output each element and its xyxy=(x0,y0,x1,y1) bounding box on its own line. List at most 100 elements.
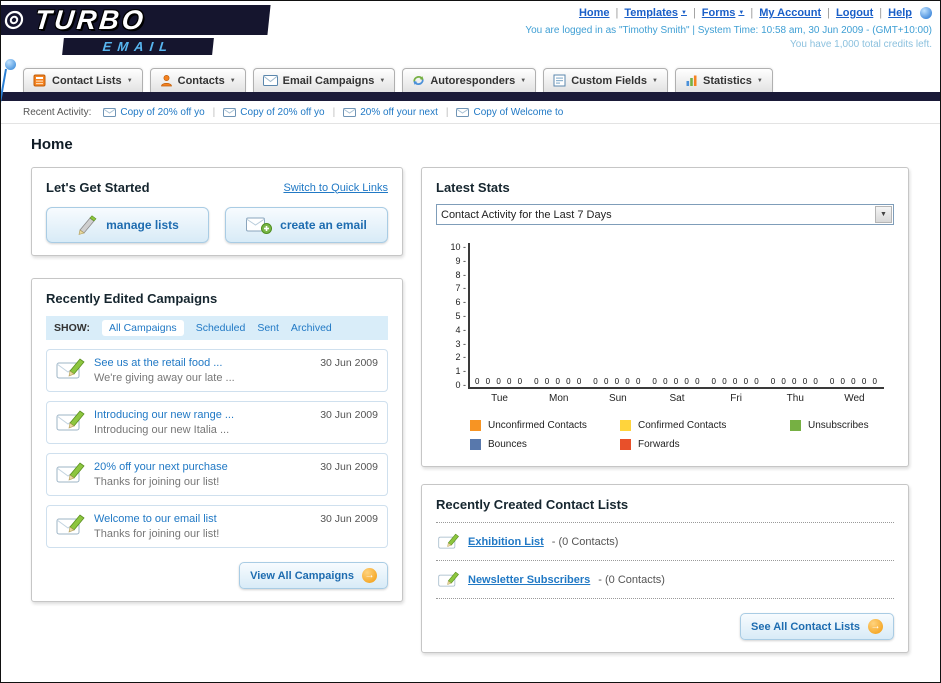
campaign-subtitle: We're giving away our late ... xyxy=(94,372,235,384)
contact-list-link[interactable]: Exhibition List xyxy=(468,536,544,548)
chart-bar-group: 0 0 0 0 0 xyxy=(825,243,884,387)
chevron-down-icon: ▼ xyxy=(652,77,658,84)
nav-tab-email-campaigns[interactable]: Email Campaigns ▼ xyxy=(252,68,396,92)
y-tick-label: 0 - xyxy=(455,379,466,390)
legend-item: Unconfirmed Contacts xyxy=(470,420,620,431)
bar-value-labels: 0 0 0 0 0 xyxy=(534,377,584,386)
plot-area: 0 0 0 0 0 0 0 0 0 0 0 0 0 0 0 0 0 0 0 0 0 0 … xyxy=(468,243,884,389)
legend-label: Bounces xyxy=(488,439,527,450)
axis-spacer xyxy=(436,389,470,404)
legend-item: Forwards xyxy=(620,439,790,450)
create-email-button[interactable]: create an email xyxy=(225,207,388,243)
pencil-icon xyxy=(76,215,98,235)
get-started-panel: Let's Get Started Switch to Quick Links … xyxy=(31,167,403,256)
chart-bar-group: 0 0 0 0 0 xyxy=(766,243,825,387)
page-title: Home xyxy=(31,136,73,153)
manage-lists-button[interactable]: manage lists xyxy=(46,207,209,243)
recent-activity-item[interactable]: 20% off your next xyxy=(343,107,438,118)
bar-value-labels: 0 0 0 0 0 xyxy=(770,377,820,386)
x-tick-label: Fri xyxy=(730,393,742,404)
see-all-contact-lists-button[interactable]: See All Contact Lists → xyxy=(739,613,894,640)
recent-contact-lists-panel: Recently Created Contact Lists Exhibitio… xyxy=(421,484,909,653)
recent-activity-item[interactable]: Copy of 20% off yo xyxy=(223,107,325,118)
logo-email-bar: EMAIL xyxy=(62,38,214,55)
chart-bar-group: 0 0 0 0 0 xyxy=(470,243,529,387)
header-right: Home | Templates ▼ | Forms ▼ | My Account … xyxy=(525,7,932,50)
chart-bar-group: 0 0 0 0 0 xyxy=(588,243,647,387)
legend-label: Unconfirmed Contacts xyxy=(488,420,587,431)
nav-tab-label: Custom Fields xyxy=(571,74,648,87)
filter-tab-all-campaigns[interactable]: All Campaigns xyxy=(101,320,184,336)
contact-list-item[interactable]: Exhibition List - (0 Contacts) xyxy=(436,522,894,560)
separator: | xyxy=(615,7,619,19)
top-link-forms[interactable]: Forms ▼ xyxy=(702,7,745,19)
separator: | xyxy=(212,106,216,118)
top-link-help[interactable]: Help xyxy=(888,7,912,19)
select-dropdown-icon: ▼ xyxy=(875,206,892,223)
chart-bar-group: 0 0 0 0 0 xyxy=(707,243,766,387)
contact-list-link[interactable]: Newsletter Subscribers xyxy=(468,574,590,586)
campaign-item[interactable]: See us at the retail food ... We're givi… xyxy=(46,349,388,392)
create-email-label: create an email xyxy=(280,218,367,232)
envelope-plus-icon xyxy=(246,215,273,235)
nav-tab-contacts[interactable]: Contacts ▼ xyxy=(149,68,246,92)
edit-pencil-icon xyxy=(438,570,460,589)
campaign-title-link[interactable]: Introducing our new range ... xyxy=(94,409,312,421)
help-globe-icon[interactable] xyxy=(920,7,932,19)
legend-label: Unsubscribes xyxy=(808,420,869,431)
recent-activity-link[interactable]: 20% off your next xyxy=(360,107,438,118)
chart-bar-group: 0 0 0 0 0 xyxy=(647,243,706,387)
recent-activity-link[interactable]: Copy of 20% off yo xyxy=(120,107,204,118)
chevron-down-icon: ▼ xyxy=(520,77,527,84)
filter-tab-scheduled[interactable]: Scheduled xyxy=(196,322,246,334)
see-all-contact-lists-label: See All Contact Lists xyxy=(750,620,860,633)
view-all-campaigns-button[interactable]: View All Campaigns → xyxy=(239,562,388,589)
x-tick-label: Sun xyxy=(608,393,627,404)
filter-tab-sent[interactable]: Sent xyxy=(257,322,279,334)
logo-text-email: EMAIL xyxy=(101,39,175,54)
logo-text-turbo: TURBO xyxy=(33,4,148,35)
recent-activity-item[interactable]: Copy of Welcome to xyxy=(456,107,563,118)
recent-activity-link[interactable]: Copy of Welcome to xyxy=(473,107,563,118)
campaign-item[interactable]: Welcome to our email list Thanks for joi… xyxy=(46,505,388,548)
right-column: Latest Stats Contact Activity for the La… xyxy=(421,167,909,653)
logo-antenna-decoration xyxy=(5,59,16,70)
custom-fields-icon xyxy=(553,74,566,87)
legend-label: Confirmed Contacts xyxy=(638,420,727,431)
contact-list-item[interactable]: Newsletter Subscribers - (0 Contacts) xyxy=(436,560,894,599)
chevron-down-icon: ▼ xyxy=(379,77,386,84)
campaign-filter-tabs: SHOW: All Campaigns Scheduled Sent Archi… xyxy=(46,316,388,340)
top-link-templates[interactable]: Templates ▼ xyxy=(624,7,687,19)
nav-tab-autoresponders[interactable]: Autoresponders ▼ xyxy=(402,68,537,92)
stats-period-select[interactable]: Contact Activity for the Last 7 Days ▼ xyxy=(436,204,894,225)
x-tick-label: Wed xyxy=(844,393,865,404)
campaign-title-link[interactable]: Welcome to our email list xyxy=(94,513,312,525)
campaign-item[interactable]: 20% off your next purchase Thanks for jo… xyxy=(46,453,388,496)
campaigns-title: Recently Edited Campaigns xyxy=(46,291,218,306)
campaign-date: 30 Jun 2009 xyxy=(320,513,378,525)
top-link-home[interactable]: Home xyxy=(579,7,610,19)
nav-tab-custom-fields[interactable]: Custom Fields ▼ xyxy=(543,68,668,92)
x-tick-label: Tue xyxy=(491,393,508,404)
bar-value-labels: 0 0 0 0 0 xyxy=(652,377,702,386)
top-link-label: Forms xyxy=(701,7,736,19)
recent-activity-link[interactable]: Copy of 20% off yo xyxy=(240,107,324,118)
bar-value-labels: 0 0 0 0 0 xyxy=(474,377,525,386)
nav-tab-statistics[interactable]: Statistics ▼ xyxy=(674,68,773,92)
top-link-logout[interactable]: Logout xyxy=(836,7,873,19)
x-tick-label: Thu xyxy=(786,393,804,404)
campaign-title-link[interactable]: See us at the retail food ... xyxy=(94,357,312,369)
switch-quick-links-link[interactable]: Switch to Quick Links xyxy=(283,182,388,194)
legend-swatch xyxy=(790,420,801,431)
campaign-item[interactable]: Introducing our new range ... Introducin… xyxy=(46,401,388,444)
chart-bar-group: 0 0 0 0 0 xyxy=(529,243,588,387)
bar-value-labels: 0 0 0 0 0 xyxy=(829,377,879,386)
top-link-my-account[interactable]: My Account xyxy=(759,7,821,19)
nav-tab-label: Autoresponders xyxy=(430,74,516,87)
filter-tab-archived[interactable]: Archived xyxy=(291,322,332,334)
chart-legend: Unconfirmed Contacts Confirmed Contacts Un… xyxy=(470,420,894,450)
nav-tab-contact-lists[interactable]: Contact Lists ▼ xyxy=(23,68,143,92)
recent-activity-item[interactable]: Copy of 20% off yo xyxy=(103,107,205,118)
campaign-title-link[interactable]: 20% off your next purchase xyxy=(94,461,312,473)
app-logo[interactable]: TURBO EMAIL xyxy=(1,4,271,55)
